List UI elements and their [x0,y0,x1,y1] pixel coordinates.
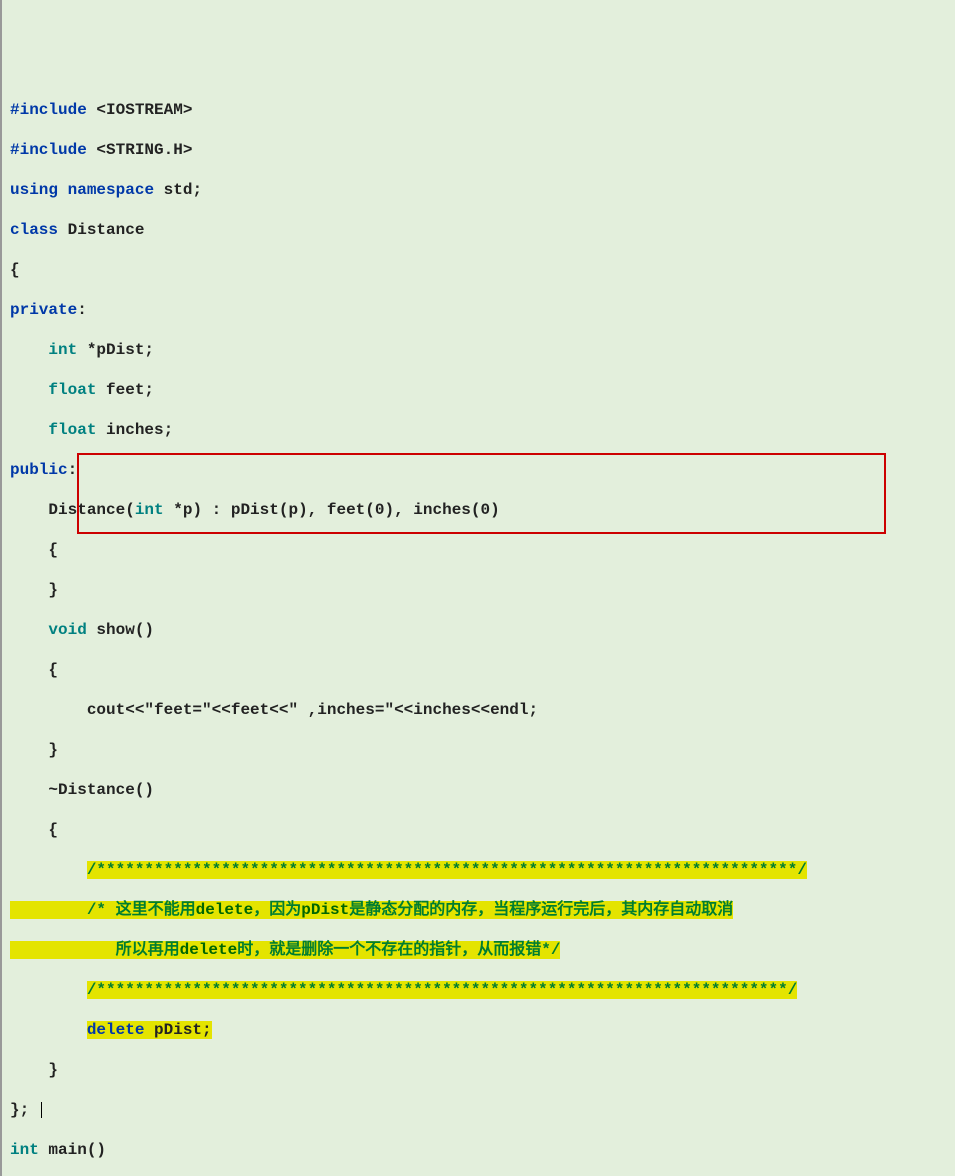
keyword: public [10,461,68,479]
token: show() [87,621,154,639]
code-line: 所以再用delete时，就是删除一个不存在的指针，从而报错*/ [10,940,947,960]
code-line: } [10,580,947,600]
code-line: /* 这里不能用delete，因为pDist是静态分配的内存，当程序运行完后，其… [10,900,947,920]
indent [10,421,48,439]
preproc: #include [10,101,87,119]
code-line: int *pDist; [10,340,947,360]
code-line: #include <IOSTREAM> [10,100,947,120]
indent [10,621,48,639]
comment: 时，就是删除一个不存在的指针，从而报错*/ [237,941,560,959]
code-line: ~Distance() [10,780,947,800]
indent [10,1021,87,1039]
code-line: } [10,740,947,760]
type: int [10,1141,39,1159]
indent [10,981,87,999]
token: main() [39,1141,106,1159]
code-line: cout<<"feet="<<feet<<" ,inches="<<inches… [10,700,947,720]
token: : [77,301,87,319]
code-line: } [10,1060,947,1080]
code-line: class Distance [10,220,947,240]
indent [10,861,87,879]
token: *p) : pDist(p), feet(0), inches(0) [164,501,500,519]
code-line: { [10,820,947,840]
comment-keyword: delete [196,901,254,919]
code-line: int main() [10,1140,947,1160]
token: : [68,461,78,479]
token: { [10,661,58,679]
token: <STRING.H> [87,141,193,159]
preproc: #include [10,141,87,159]
comment: /***************************************… [87,861,807,879]
indent [10,341,48,359]
token: } [10,741,58,759]
code-line: float feet; [10,380,947,400]
code-line: Distance(int *p) : pDist(p), feet(0), in… [10,500,947,520]
code-line: /***************************************… [10,860,947,880]
text-cursor-icon [41,1102,42,1118]
token: feet; [96,381,154,399]
keyword: using [10,181,58,199]
token: }; [10,1101,39,1119]
type: float [48,421,96,439]
type: void [48,621,86,639]
token: } [10,581,58,599]
token [58,181,68,199]
code-line: { [10,660,947,680]
comment: ，因为 [253,901,301,919]
code-line: using namespace std; [10,180,947,200]
code-line: }; [10,1100,947,1120]
indent [10,381,48,399]
keyword: class [10,221,58,239]
comment: 是静态分配的内存，当程序运行完后，其内存自动取消 [349,901,733,919]
code-line: float inches; [10,420,947,440]
code-line: void show() [10,620,947,640]
type: float [48,381,96,399]
token: { [10,541,58,559]
comment: /***************************************… [87,981,798,999]
token: { [10,261,20,279]
token: <IOSTREAM> [87,101,193,119]
token: std; [154,181,202,199]
type: int [48,341,77,359]
code-line: /***************************************… [10,980,947,1000]
keyword: delete [87,1021,145,1039]
comment-keyword: delete [180,941,238,959]
code-line: public: [10,460,947,480]
code-line: { [10,260,947,280]
token: ~Distance() [10,781,154,799]
comment: 所以再用 [10,941,180,959]
comment: /* 这里不能用 [87,901,196,919]
code-viewer: #include <IOSTREAM> #include <STRING.H> … [2,80,955,1176]
code-line: private: [10,300,947,320]
comment-keyword: pDist [301,901,349,919]
token: { [10,821,58,839]
token: Distance [58,221,144,239]
code-line: { [10,540,947,560]
code-line: #include <STRING.H> [10,140,947,160]
token: Distance( [10,501,135,519]
token: cout<<"feet="<<feet<<" ,inches="<<inches… [10,701,538,719]
token: pDist; [144,1021,211,1039]
token: *pDist; [77,341,154,359]
keyword: namespace [68,181,154,199]
indent [10,901,87,919]
token: } [10,1061,58,1079]
code-line: delete pDist; [10,1020,947,1040]
keyword: private [10,301,77,319]
type: int [135,501,164,519]
token: inches; [96,421,173,439]
